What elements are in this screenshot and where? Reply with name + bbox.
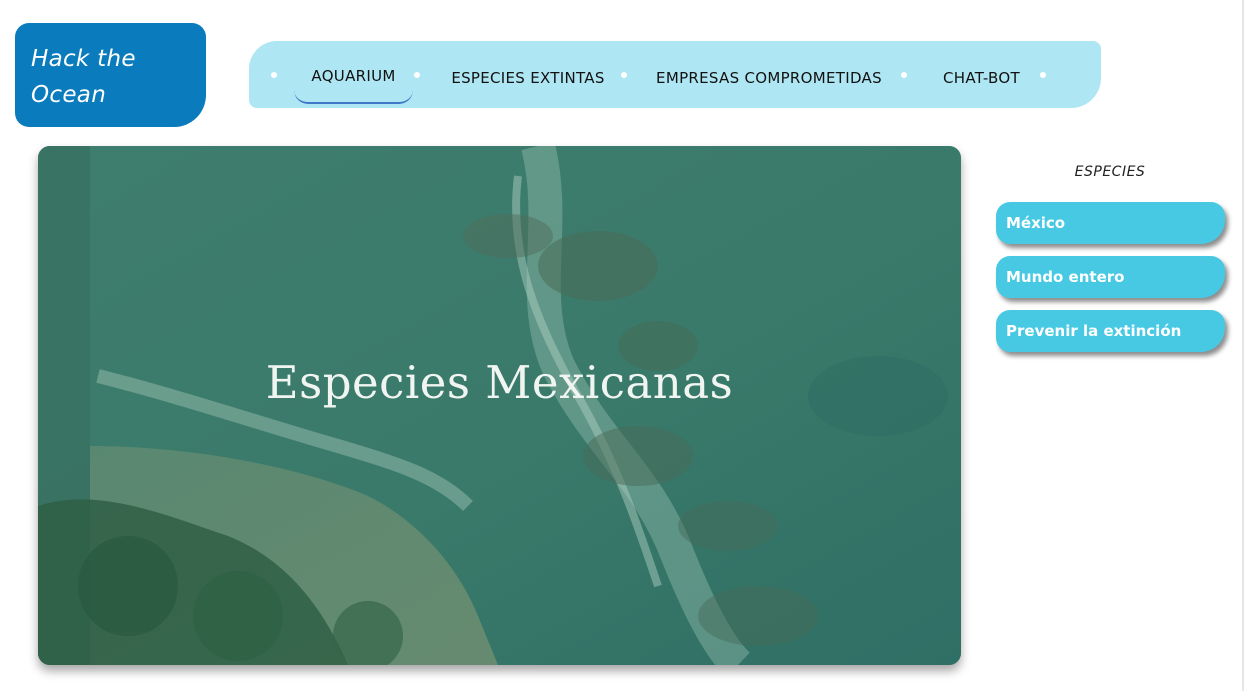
nav-item-chat-bot[interactable]: CHAT-BOT <box>934 63 1029 93</box>
page: Hack the Ocean AQUARIUM ESPECIES EXTINTA… <box>0 0 1244 691</box>
site-logo[interactable]: Hack the Ocean <box>15 23 206 127</box>
nav-separator-dot <box>414 72 420 78</box>
sidebar-button-prevenir-extincion[interactable]: Prevenir la extinción <box>996 310 1225 352</box>
nav-item-aquarium[interactable]: AQUARIUM <box>294 62 413 104</box>
nav-separator-dot <box>1040 72 1046 78</box>
sidebar-button-mundo-entero[interactable]: Mundo entero <box>996 256 1225 298</box>
hero-banner: Especies Mexicanas <box>38 146 961 665</box>
nav-separator-dot <box>901 72 907 78</box>
nav-item-especies-extintas[interactable]: ESPECIES EXTINTAS <box>445 63 611 93</box>
sidebar-title: ESPECIES <box>1074 164 1146 180</box>
nav-separator-dot <box>271 72 277 78</box>
sidebar-button-mexico[interactable]: México <box>996 202 1225 244</box>
logo-line-1: Hack the <box>31 46 136 72</box>
logo-line-2: Ocean <box>31 82 107 108</box>
nav-separator-dot <box>621 72 627 78</box>
main-nav: AQUARIUM ESPECIES EXTINTAS EMPRESAS COMP… <box>249 41 1101 108</box>
hero-title: Especies Mexicanas <box>265 356 734 409</box>
nav-item-empresas-comprometidas[interactable]: EMPRESAS COMPROMETIDAS <box>654 63 884 93</box>
